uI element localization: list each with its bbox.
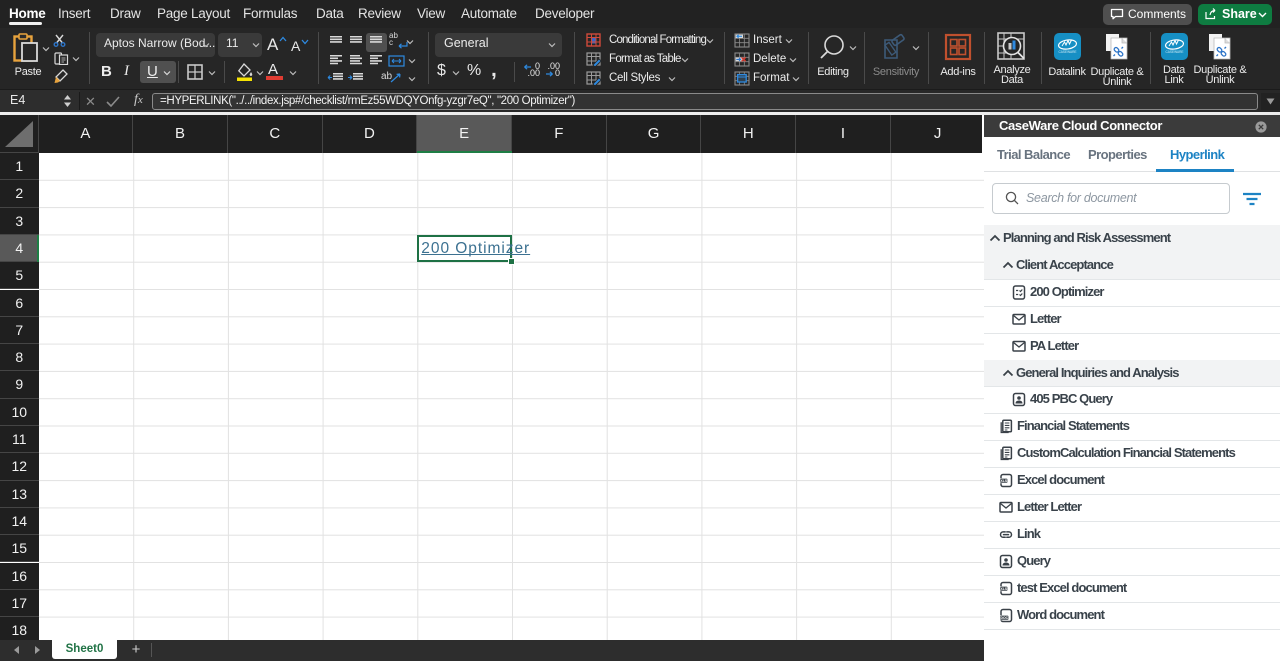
svg-text:CASEWARE: CASEWARE [1058, 50, 1076, 54]
svg-text:CASEWARE: CASEWARE [1165, 50, 1183, 54]
svg-text:DOC: DOC [1001, 616, 1009, 620]
svg-text:XLS: XLS [1000, 587, 1007, 591]
svg-text:XLS: XLS [1000, 479, 1007, 483]
